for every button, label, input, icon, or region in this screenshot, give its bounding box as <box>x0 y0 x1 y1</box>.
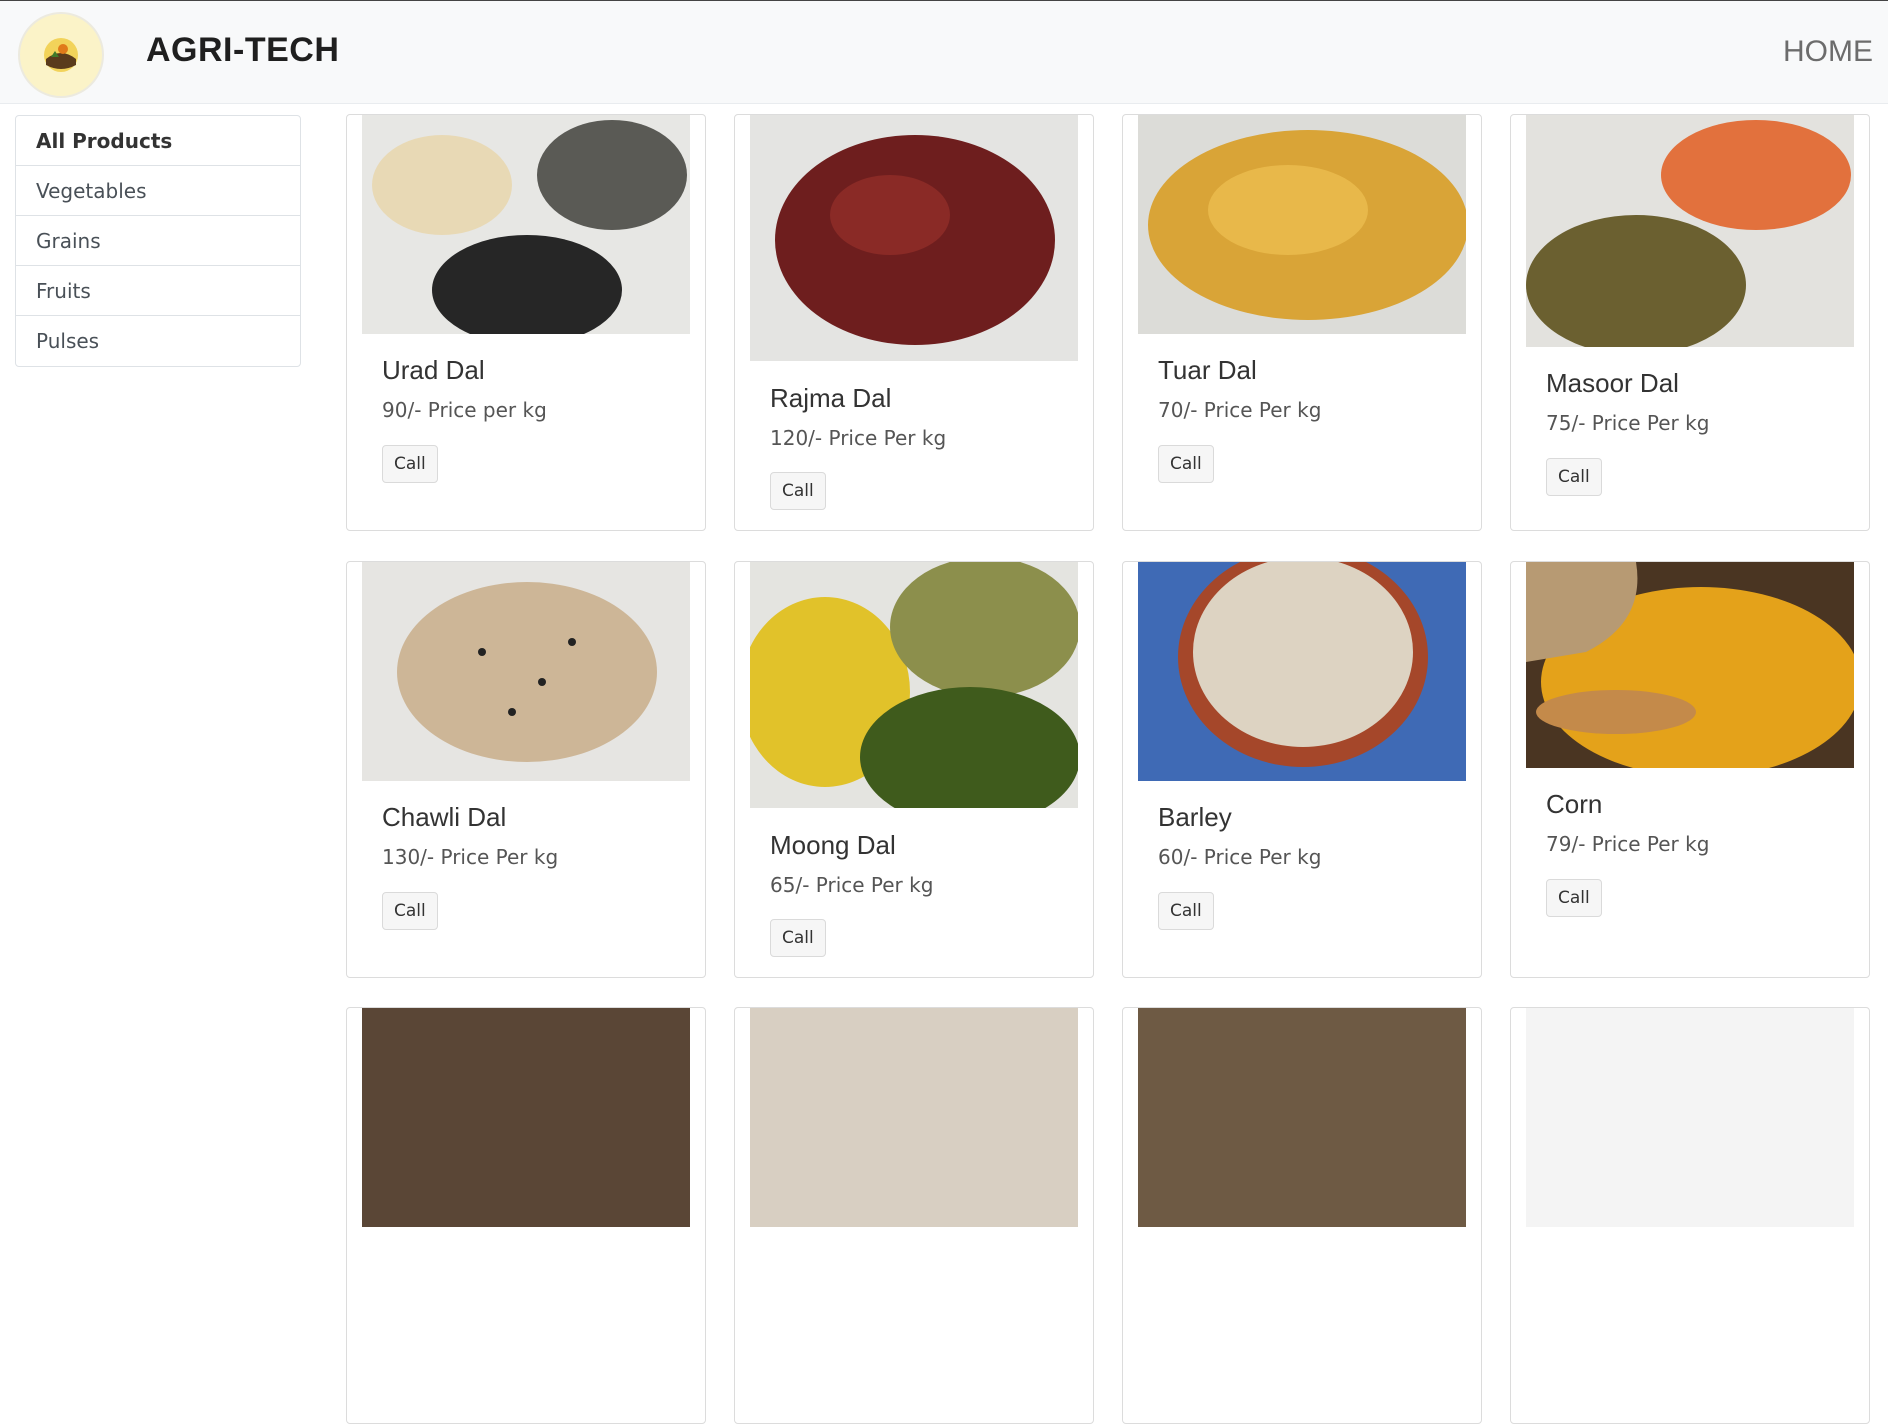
product-image-chawli-dal <box>362 562 690 781</box>
call-button[interactable]: Call <box>1158 892 1214 930</box>
call-button[interactable]: Call <box>770 919 826 957</box>
call-button[interactable]: Call <box>1546 458 1602 496</box>
product-card: Chawli Dal 130/- Price Per kg Call <box>346 561 706 978</box>
product-card: Tuar Dal 70/- Price Per kg Call <box>1122 114 1482 531</box>
farm-logo-icon[interactable] <box>18 12 104 98</box>
product-card <box>1122 1007 1482 1424</box>
product-name: Corn <box>1546 789 1603 819</box>
product-price: 79/- Price Per kg <box>1546 832 1710 856</box>
sidebar-item-pulses[interactable]: Pulses <box>16 316 300 366</box>
product-card: Moong Dal 65/- Price Per kg Call <box>734 561 1094 978</box>
product-name: Chawli Dal <box>382 802 507 832</box>
product-image-barley <box>1138 562 1466 781</box>
brand-title[interactable]: AGRI-TECH <box>146 31 339 70</box>
category-sidebar: All Products Vegetables Grains Fruits Pu… <box>15 115 301 367</box>
product-name: Urad Dal <box>382 355 485 385</box>
sidebar-item-fruits[interactable]: Fruits <box>16 266 300 316</box>
nav-home-link[interactable]: HOME <box>1783 35 1873 69</box>
sidebar-item-all-products[interactable]: All Products <box>16 116 300 166</box>
product-name: Masoor Dal <box>1546 368 1679 398</box>
product-card: Barley 60/- Price Per kg Call <box>1122 561 1482 978</box>
sidebar-item-vegetables[interactable]: Vegetables <box>16 166 300 216</box>
product-price: 60/- Price Per kg <box>1158 845 1322 869</box>
product-card: Corn 79/- Price Per kg Call <box>1510 561 1870 978</box>
product-card: Urad Dal 90/- Price per kg Call <box>346 114 706 531</box>
call-button[interactable]: Call <box>1158 445 1214 483</box>
product-price: 70/- Price Per kg <box>1158 398 1322 422</box>
call-button[interactable]: Call <box>770 472 826 510</box>
product-price: 120/- Price Per kg <box>770 426 947 450</box>
product-name: Rajma Dal <box>770 383 892 413</box>
product-image <box>362 1008 690 1227</box>
product-card <box>346 1007 706 1424</box>
product-image-urad-dal <box>362 115 690 334</box>
product-card <box>734 1007 1094 1424</box>
product-image <box>1138 1008 1466 1227</box>
product-name: Moong Dal <box>770 830 896 860</box>
product-image-moong-dal <box>750 562 1078 808</box>
product-price: 90/- Price per kg <box>382 398 547 422</box>
product-card: Rajma Dal 120/- Price Per kg Call <box>734 114 1094 531</box>
product-card: Masoor Dal 75/- Price Per kg Call <box>1510 114 1870 531</box>
product-card <box>1510 1007 1870 1424</box>
call-button[interactable]: Call <box>1546 879 1602 917</box>
product-price: 65/- Price Per kg <box>770 873 934 897</box>
product-image-corn <box>1526 562 1854 768</box>
product-name: Tuar Dal <box>1158 355 1257 385</box>
sidebar-item-grains[interactable]: Grains <box>16 216 300 266</box>
product-image <box>750 1008 1078 1227</box>
product-price: 75/- Price Per kg <box>1546 411 1710 435</box>
call-button[interactable]: Call <box>382 445 438 483</box>
product-price: 130/- Price Per kg <box>382 845 559 869</box>
product-image-masoor-dal <box>1526 115 1854 347</box>
product-image-rajma-dal <box>750 115 1078 361</box>
product-image-tuar-dal <box>1138 115 1466 334</box>
product-image <box>1526 1008 1854 1227</box>
navbar: AGRI-TECH HOME <box>0 1 1888 104</box>
product-name: Barley <box>1158 802 1232 832</box>
call-button[interactable]: Call <box>382 892 438 930</box>
